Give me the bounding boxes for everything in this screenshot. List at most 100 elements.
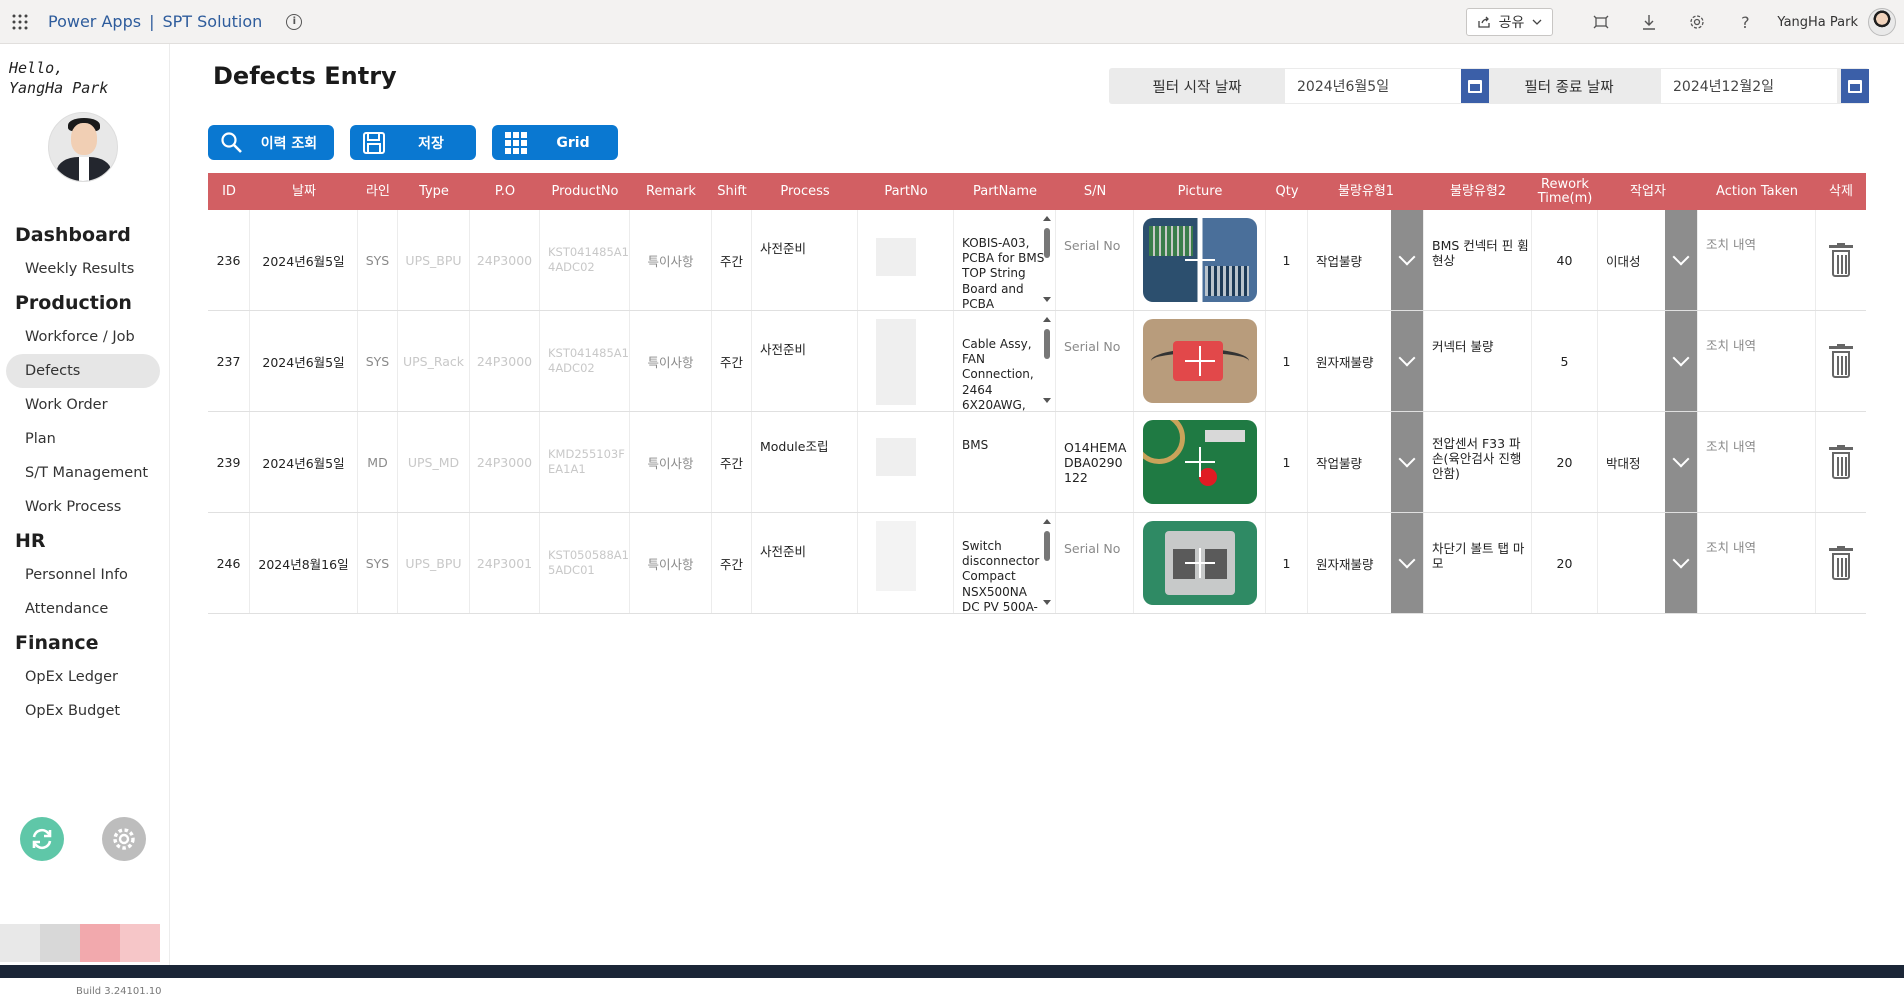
history-button[interactable]: 이력 조회 xyxy=(208,125,334,160)
trash-icon[interactable] xyxy=(1829,243,1853,277)
cell-line[interactable]: SYS xyxy=(358,311,398,411)
nav-section-production[interactable]: Production xyxy=(15,286,170,320)
app-name[interactable]: Power Apps xyxy=(48,12,141,31)
settings-icon[interactable] xyxy=(1673,0,1721,44)
sidebar-item-work-process[interactable]: Work Process xyxy=(25,490,170,524)
cell-part-name[interactable]: Cable Assy, FAN Connection, 2464 6X20AWG… xyxy=(954,311,1056,411)
part-name-scrollbar[interactable] xyxy=(1042,214,1052,304)
cell-process[interactable]: 사전준비 xyxy=(752,210,858,310)
download-icon[interactable] xyxy=(1625,0,1673,44)
cell-part-no[interactable] xyxy=(858,412,954,512)
sidebar-item-weekly-results[interactable]: Weekly Results xyxy=(25,252,170,286)
trash-icon[interactable] xyxy=(1829,344,1853,378)
defect-photo[interactable] xyxy=(1142,319,1257,403)
defect-photo[interactable] xyxy=(1142,420,1257,504)
cell-date[interactable]: 2024년6월5일 xyxy=(250,210,358,310)
cell-product-no[interactable]: KMD255103FEA1A1 xyxy=(540,412,630,512)
cell-part-name[interactable]: KOBIS-A03, PCBA for BMS TOP String Board… xyxy=(954,210,1056,310)
grid-button[interactable]: Grid xyxy=(492,125,618,160)
table-row[interactable]: 237 2024년6월5일 SYS UPS_Rack 24P3000 KST04… xyxy=(208,311,1866,412)
part-name-scrollbar[interactable] xyxy=(1042,517,1052,607)
cell-part-no[interactable] xyxy=(858,513,954,613)
cell-serial[interactable]: O14HEMADBA0290122 xyxy=(1056,412,1134,512)
chevron-down-icon[interactable] xyxy=(1391,513,1423,613)
cell-shift[interactable]: 주간 xyxy=(712,311,752,411)
cell-remark[interactable]: 특이사항 xyxy=(630,311,712,411)
cell-date[interactable]: 2024년6월5일 xyxy=(250,412,358,512)
chevron-down-icon[interactable] xyxy=(1391,210,1423,310)
cell-worker[interactable] xyxy=(1598,513,1698,613)
filter-end-input[interactable]: 2024년12월2일 xyxy=(1661,69,1837,103)
trash-icon[interactable] xyxy=(1829,445,1853,479)
cell-shift[interactable]: 주간 xyxy=(712,210,752,310)
calendar-start-icon[interactable] xyxy=(1461,69,1489,103)
cell-serial[interactable]: Serial No xyxy=(1056,311,1134,411)
cell-delete[interactable] xyxy=(1816,513,1866,613)
cell-rework-time[interactable]: 5 xyxy=(1532,311,1598,411)
table-row[interactable]: 236 2024년6월5일 SYS UPS_BPU 24P3000 KST041… xyxy=(208,210,1866,311)
cell-defect-type2[interactable]: 전압센서 F33 파손(육안검사 진행 안함) xyxy=(1424,412,1532,512)
part-name-scrollbar[interactable] xyxy=(1042,315,1052,405)
cell-defect-type1[interactable]: 원자재불량 xyxy=(1308,311,1424,411)
cell-defect-type2[interactable]: BMS 컨넥터 핀 휨 현상 xyxy=(1424,210,1532,310)
chevron-down-icon[interactable] xyxy=(1665,210,1697,310)
cell-qty[interactable]: 1 xyxy=(1266,412,1308,512)
nav-section-dashboard[interactable]: Dashboard xyxy=(15,218,170,252)
app-settings-button[interactable] xyxy=(102,817,146,861)
refresh-button[interactable] xyxy=(20,817,64,861)
cell-picture[interactable] xyxy=(1134,210,1266,310)
cell-picture[interactable] xyxy=(1134,513,1266,613)
cell-part-no[interactable] xyxy=(858,210,954,310)
help-icon[interactable]: ? xyxy=(1721,0,1769,44)
user-avatar[interactable] xyxy=(1868,8,1896,36)
sidebar-item-st-management[interactable]: S/T Management xyxy=(25,456,170,490)
save-button[interactable]: 저장 xyxy=(350,125,476,160)
calendar-end-icon[interactable] xyxy=(1841,69,1869,103)
cell-qty[interactable]: 1 xyxy=(1266,311,1308,411)
cell-worker[interactable]: 박대정 xyxy=(1598,412,1698,512)
cell-delete[interactable] xyxy=(1816,311,1866,411)
cell-type[interactable]: UPS_BPU xyxy=(398,513,470,613)
sidebar-item-attendance[interactable]: Attendance xyxy=(25,592,170,626)
chevron-down-icon[interactable] xyxy=(1391,311,1423,411)
cell-worker[interactable] xyxy=(1598,311,1698,411)
cell-action-taken[interactable]: 조치 내역 xyxy=(1698,311,1816,411)
cell-date[interactable]: 2024년8월16일 xyxy=(250,513,358,613)
cell-picture[interactable] xyxy=(1134,311,1266,411)
cell-shift[interactable]: 주간 xyxy=(712,513,752,613)
cell-line[interactable]: SYS xyxy=(358,210,398,310)
cell-serial[interactable]: Serial No xyxy=(1056,513,1134,613)
cell-qty[interactable]: 1 xyxy=(1266,210,1308,310)
solution-name[interactable]: SPT Solution xyxy=(162,12,262,31)
sidebar-item-workforce-job[interactable]: Workforce / Job xyxy=(25,320,170,354)
cell-product-no[interactable]: KST050588A15ADC01 xyxy=(540,513,630,613)
sidebar-item-opex-ledger[interactable]: OpEx Ledger xyxy=(25,660,170,694)
cell-rework-time[interactable]: 40 xyxy=(1532,210,1598,310)
cell-defect-type2[interactable]: 커넥터 불량 xyxy=(1424,311,1532,411)
cell-shift[interactable]: 주간 xyxy=(712,412,752,512)
chevron-down-icon[interactable] xyxy=(1665,412,1697,512)
cell-line[interactable]: SYS xyxy=(358,513,398,613)
sidebar-item-defects[interactable]: Defects xyxy=(6,354,160,388)
sidebar-item-opex-budget[interactable]: OpEx Budget xyxy=(25,694,170,728)
cell-remark[interactable]: 특이사항 xyxy=(630,412,712,512)
sidebar-item-personnel-info[interactable]: Personnel Info xyxy=(25,558,170,592)
cell-part-no[interactable] xyxy=(858,311,954,411)
cell-delete[interactable] xyxy=(1816,412,1866,512)
cell-po[interactable]: 24P3000 xyxy=(470,210,540,310)
chevron-down-icon[interactable] xyxy=(1391,412,1423,512)
cell-process[interactable]: Module조립 xyxy=(752,412,858,512)
cell-action-taken[interactable]: 조치 내역 xyxy=(1698,210,1816,310)
cell-process[interactable]: 사전준비 xyxy=(752,513,858,613)
cell-action-taken[interactable]: 조치 내역 xyxy=(1698,513,1816,613)
cell-type[interactable]: UPS_MD xyxy=(398,412,470,512)
fit-to-window-icon[interactable] xyxy=(1577,0,1625,44)
cell-po[interactable]: 24P3000 xyxy=(470,311,540,411)
info-icon[interactable]: i xyxy=(286,13,303,30)
cell-type[interactable]: UPS_Rack xyxy=(398,311,470,411)
nav-section-finance[interactable]: Finance xyxy=(15,626,170,660)
table-row[interactable]: 246 2024년8월16일 SYS UPS_BPU 24P3001 KST05… xyxy=(208,513,1866,614)
chevron-down-icon[interactable] xyxy=(1665,311,1697,411)
cell-product-no[interactable]: KST041485A14ADC02 xyxy=(540,210,630,310)
cell-defect-type1[interactable]: 원자재불량 xyxy=(1308,513,1424,613)
